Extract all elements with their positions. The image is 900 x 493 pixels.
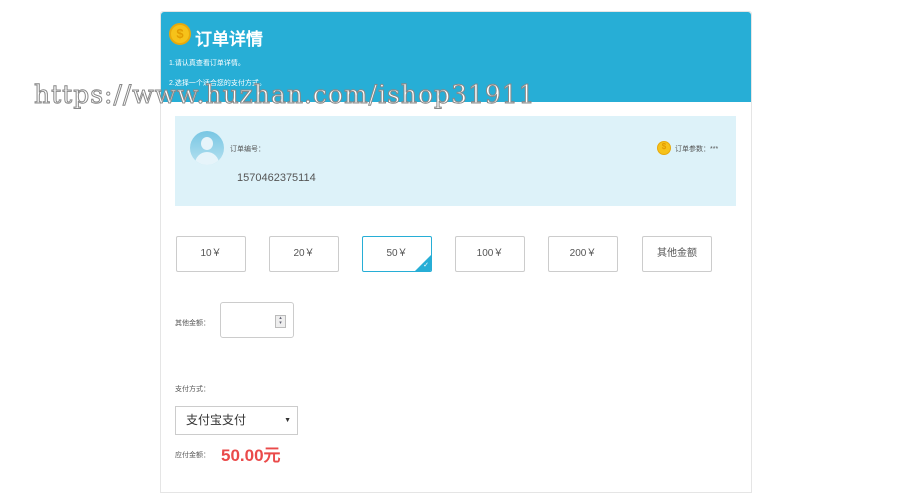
coin-icon: $ [657, 141, 671, 155]
order-card: $ 订单详情 1.请认真查看订单详情。 2.选择一个适合您的支付方式。 订单编号… [160, 11, 752, 493]
total-label: 应付金额： [175, 452, 210, 459]
amount-option-50[interactable]: 50￥ ✓ [362, 236, 432, 272]
avatar [190, 131, 224, 165]
payment-method-select[interactable]: 支付宝支付 ▼ [175, 406, 298, 435]
order-number: 1570462375114 [237, 172, 316, 184]
total-amount: 50.00元 [221, 446, 281, 465]
amount-label: 50￥ [386, 248, 408, 259]
order-param: 订单参数：*** [675, 146, 719, 153]
other-amount-input[interactable]: ▴ ▾ [220, 302, 294, 338]
coin-icon: $ [169, 23, 191, 45]
page-title: 订单详情 [195, 30, 263, 49]
payment-method-label: 支付方式： [175, 386, 210, 393]
amount-option-100[interactable]: 100￥ [455, 236, 525, 272]
caret-down-icon: ▼ [284, 417, 291, 424]
check-icon: ✓ [423, 262, 429, 269]
payment-method-value: 支付宝支付 [186, 413, 247, 427]
other-amount-label: 其他金额： [175, 320, 210, 327]
order-info: 订单编号： 1570462375114 $ 订单参数：*** [175, 116, 736, 206]
amount-option-200[interactable]: 200￥ [548, 236, 618, 272]
tip-1: 1.请认真查看订单详情。 [169, 60, 245, 67]
header: $ 订单详情 1.请认真查看订单详情。 2.选择一个适合您的支付方式。 [161, 12, 751, 102]
tip-2: 2.选择一个适合您的支付方式。 [169, 80, 266, 87]
order-number-label: 订单编号： [230, 146, 265, 153]
amount-option-other[interactable]: 其他金额 [642, 236, 712, 272]
amount-option-20[interactable]: 20￥ [269, 236, 339, 272]
amount-option-10[interactable]: 10￥ [176, 236, 246, 272]
number-stepper[interactable]: ▴ ▾ [275, 315, 286, 328]
